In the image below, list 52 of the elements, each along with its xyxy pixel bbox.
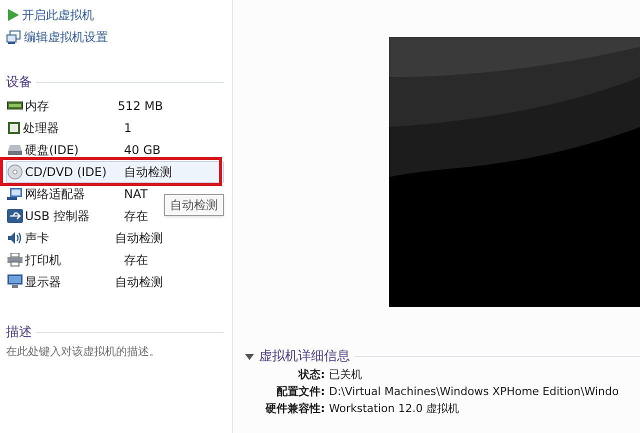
device-row[interactable]: USB 控制器 存在 (6, 204, 164, 226)
play-icon (6, 8, 20, 22)
device-value: NAT (124, 186, 148, 202)
section-heading: 设备 (6, 74, 32, 92)
device-name: 网络适配器 (25, 186, 85, 202)
memory-icon (7, 100, 23, 110)
device-name: 硬盘(IDE) (25, 142, 79, 158)
device-row[interactable]: 内存 512 MB (6, 94, 164, 116)
device-name: 处理器 (23, 120, 59, 136)
device-value: 自动检测 (115, 230, 163, 246)
device-row[interactable]: CD/DVD (IDE) 自动检测 (6, 160, 224, 182)
device-value: 512 MB (118, 98, 163, 114)
action-link[interactable]: 开启此虚拟机 (22, 6, 94, 24)
device-name: 声卡 (25, 230, 49, 246)
section-heading: 虚拟机详细信息 (259, 348, 350, 366)
device-row[interactable]: 打印机 存在 (6, 248, 164, 270)
device-name: CD/DVD (IDE) (25, 164, 107, 180)
detail-label: 配置文件: (276, 384, 325, 400)
detail-value: D:\Virtual Machines\Windows XPHome Edition\Windo (329, 384, 619, 400)
monitor-icon (7, 274, 23, 289)
device-value: 自动检测 (115, 274, 163, 290)
speaker-icon (7, 230, 23, 244)
disc-icon (7, 164, 23, 180)
printer-icon (7, 252, 23, 266)
device-row[interactable]: 网络适配器 NAT (6, 182, 164, 204)
device-row[interactable]: 硬盘(IDE) 40 GB (6, 138, 164, 160)
detail-value: Workstation 12.0 虚拟机 (329, 400, 460, 417)
detail-label: 状态: (297, 366, 325, 383)
device-value: 自动检测 (124, 164, 172, 180)
action-link[interactable]: 编辑虚拟机设置 (24, 28, 108, 46)
monitor-network-icon (7, 186, 23, 200)
device-name: 打印机 (25, 252, 61, 268)
collapse-arrow-icon[interactable] (245, 354, 254, 360)
device-row[interactable]: 显示器 自动检测 (6, 270, 164, 292)
device-name: 内存 (25, 98, 49, 114)
device-value: 40 GB (124, 142, 161, 158)
device-value: 存在 (124, 208, 148, 224)
chip-icon (7, 120, 21, 134)
detail-value: 已关机 (329, 366, 362, 383)
description-field[interactable]: 在此处键入对该虚拟机的描述。 (6, 344, 224, 360)
usb-icon (7, 208, 23, 222)
device-name: USB 控制器 (25, 208, 90, 224)
section-heading: 描述 (6, 324, 32, 342)
device-value: 存在 (124, 252, 148, 268)
settings-window-icon (6, 30, 22, 44)
device-row[interactable]: 处理器 1 (6, 116, 164, 138)
tooltip: 自动检测 (164, 194, 224, 216)
device-name: 显示器 (25, 274, 61, 290)
disk-drive-icon (7, 144, 23, 156)
device-value: 1 (124, 120, 132, 136)
device-row[interactable]: 声卡 自动检测 (6, 226, 164, 248)
detail-label: 硬件兼容性: (264, 400, 325, 417)
